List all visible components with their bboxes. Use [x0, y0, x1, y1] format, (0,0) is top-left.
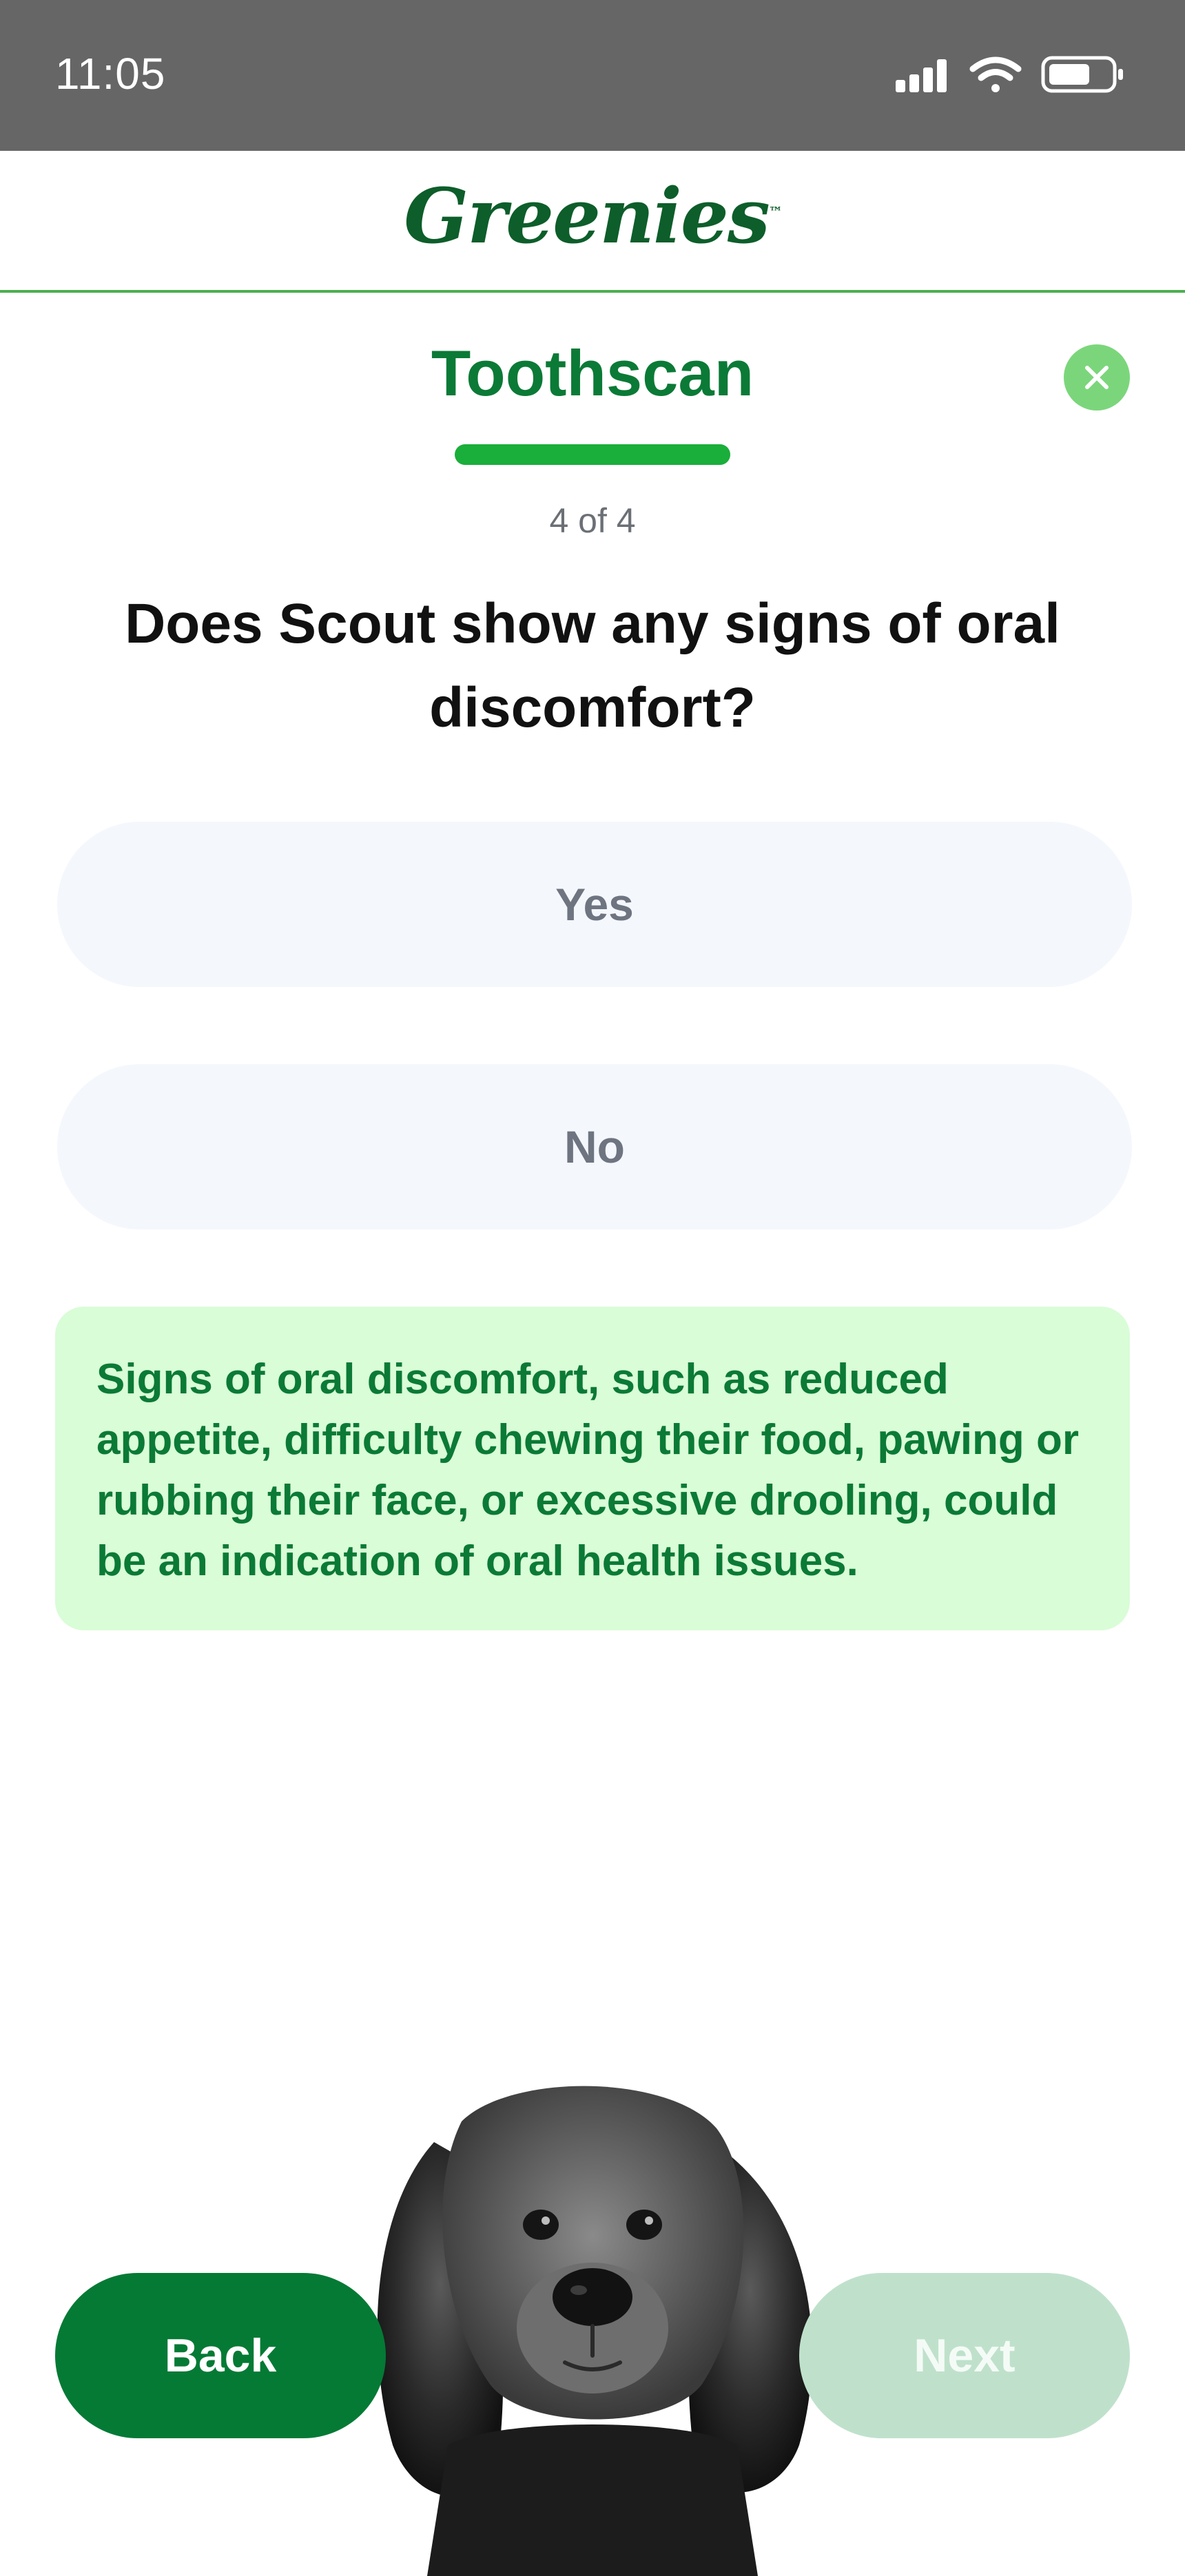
info-box: Signs of oral discomfort, such as reduce…: [55, 1307, 1130, 1630]
dog-image: [377, 2086, 812, 2576]
close-button[interactable]: [1064, 344, 1130, 411]
greenies-logo: Greenies™: [0, 172, 1185, 260]
status-icons: [896, 54, 1130, 95]
app-header: Greenies™: [0, 151, 1185, 293]
close-icon: [1085, 366, 1109, 389]
page-title: Toothscan: [431, 337, 754, 409]
trademark-mark: ™: [768, 203, 783, 220]
wifi-icon: [969, 56, 1022, 92]
progress-fill: [455, 444, 730, 465]
status-bar: 11:05: [0, 0, 1185, 151]
signal-icon: [896, 59, 947, 92]
step-counter: 4 of 4: [549, 501, 636, 540]
option-yes-button[interactable]: Yes: [57, 822, 1132, 987]
logo-text: Greenies: [404, 172, 770, 260]
status-time: 11:05: [55, 49, 166, 98]
progress-bar: [455, 444, 730, 465]
next-button[interactable]: Next: [799, 2273, 1130, 2438]
question-text: Does Scout show any signs of oral discom…: [125, 592, 1060, 739]
info-text: Signs of oral discomfort, such as reduce…: [96, 1355, 1080, 1585]
option-no-button[interactable]: No: [57, 1064, 1132, 1229]
battery-icon: [1041, 56, 1123, 93]
back-button[interactable]: Back: [55, 2273, 386, 2438]
